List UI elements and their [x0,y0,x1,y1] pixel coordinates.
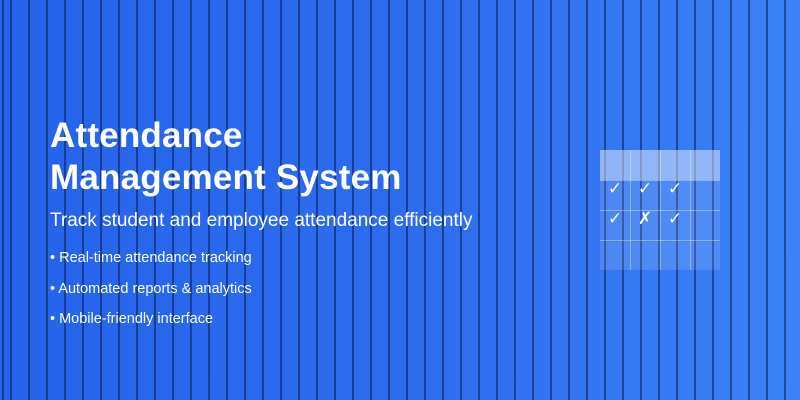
check-icon: ✓ [637,179,653,199]
check-icon: ✓ [667,209,683,229]
calendar-gridline [600,240,720,241]
title-line-2: Management System [50,158,402,197]
feature-item-reports: • Automated reports & analytics [50,280,252,297]
hero-content: Attendance Management System Track stude… [50,115,472,341]
hero-banner: Attendance Management System Track stude… [0,0,800,400]
feature-item-mobile: • Mobile-friendly interface [50,311,214,327]
check-icon: ✓ [607,179,623,199]
feature-list: • Real-time attendance tracking • Automa… [50,249,472,328]
page-title: Attendance Management System [50,115,472,199]
cross-icon: ✗ [637,209,653,229]
check-icon: ✓ [607,209,623,229]
title-line-1: Attendance [50,116,243,155]
feature-item-realtime: • Real-time attendance tracking [50,250,252,266]
subtitle: Track student and employee attendance ef… [50,210,473,231]
check-icon: ✓ [667,179,683,199]
calendar-grid-icon: ✓ ✓ ✓ ✓ ✗ ✓ [600,150,720,270]
